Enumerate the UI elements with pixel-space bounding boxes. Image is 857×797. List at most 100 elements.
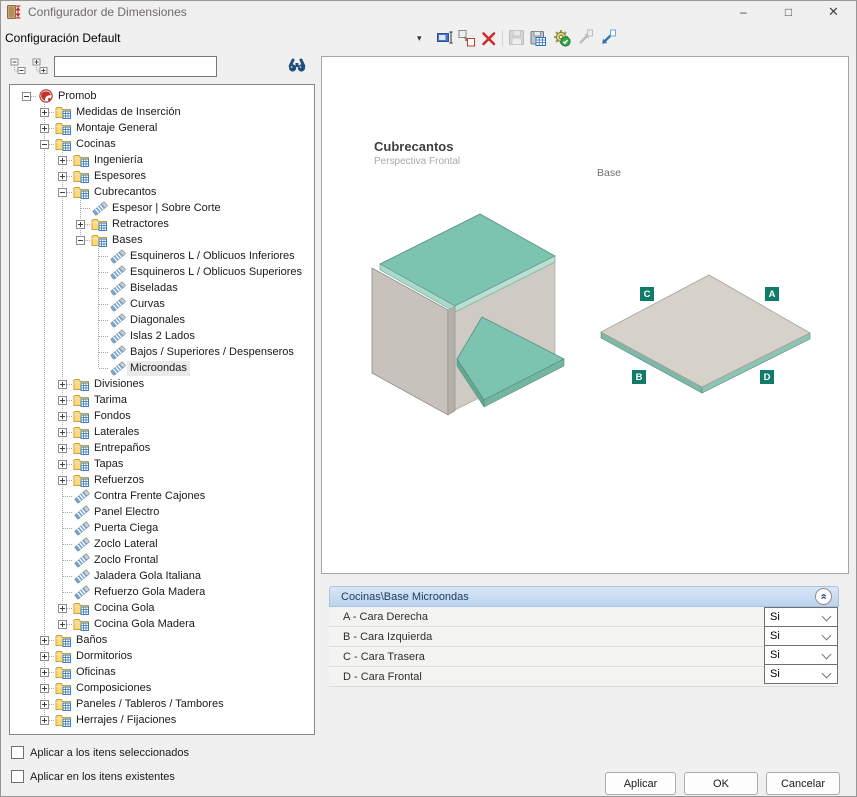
tree-item[interactable]: Herrajes / Fijaciones <box>10 712 314 728</box>
properties-header[interactable]: Cocinas\Base Microondas « <box>329 586 839 607</box>
tree-item[interactable]: Panel Electro <box>10 504 314 520</box>
expand-toggle-icon[interactable] <box>58 412 67 421</box>
tree-item-label[interactable]: Islas 2 Lados <box>127 329 198 344</box>
tree-item-label[interactable]: Bases <box>109 233 146 248</box>
tree-item[interactable]: Cocina Gola Madera <box>10 616 314 632</box>
tree-item[interactable]: Baños <box>10 632 314 648</box>
expand-toggle-icon[interactable] <box>40 652 49 661</box>
cara-derecha-dropdown[interactable]: Si <box>764 607 838 627</box>
tree-item[interactable]: Zoclo Lateral <box>10 536 314 552</box>
tree-item-label[interactable]: Laterales <box>91 425 142 440</box>
tree-item[interactable]: Bases <box>10 232 314 248</box>
tree-item[interactable]: Dormitorios <box>10 648 314 664</box>
expand-toggle-icon[interactable] <box>58 476 67 485</box>
expand-toggle-icon[interactable] <box>40 636 49 645</box>
tree-item[interactable]: Composiciones <box>10 680 314 696</box>
tree-item-label[interactable]: Retractores <box>109 217 172 232</box>
configuration-dropdown-icon[interactable]: ▾ <box>417 33 422 44</box>
maximize-button[interactable]: □ <box>766 1 811 23</box>
tree-item[interactable]: Diagonales <box>10 312 314 328</box>
tree-item[interactable]: Tapas <box>10 456 314 472</box>
export-arrow-icon[interactable] <box>599 29 617 47</box>
tree-item-label[interactable]: Bajos / Superiores / Despenseros <box>127 345 297 360</box>
rename-configuration-icon[interactable] <box>437 29 455 47</box>
tree-item-label[interactable]: Zoclo Frontal <box>91 553 161 568</box>
collapse-all-icon[interactable] <box>10 58 27 74</box>
tree-item[interactable]: Esquineros L / Oblicuos Superiores <box>10 264 314 280</box>
apply-existing-items-checkbox[interactable] <box>11 770 24 783</box>
tree-item-label[interactable]: Cocinas <box>73 137 119 152</box>
tree-item[interactable]: Cubrecantos <box>10 184 314 200</box>
tree-item[interactable]: Microondas <box>10 360 314 376</box>
import-arrow-icon[interactable] <box>576 29 594 47</box>
tree-item-label[interactable]: Microondas <box>127 361 190 376</box>
tree-item[interactable]: Ingeniería <box>10 152 314 168</box>
collapse-panel-button[interactable]: « <box>815 588 832 605</box>
expand-toggle-icon[interactable] <box>40 684 49 693</box>
tree-item[interactable]: Biseladas <box>10 280 314 296</box>
expand-toggle-icon[interactable] <box>76 220 85 229</box>
collapse-toggle-icon[interactable] <box>76 236 85 245</box>
tree-item-label[interactable]: Tapas <box>91 457 126 472</box>
tree-item[interactable]: Divisiones <box>10 376 314 392</box>
expand-toggle-icon[interactable] <box>58 172 67 181</box>
tree-item[interactable]: Esquineros L / Oblicuos Inferiores <box>10 248 314 264</box>
tree-item-label[interactable]: Cocina Gola <box>91 601 158 616</box>
tree-item[interactable]: Oficinas <box>10 664 314 680</box>
tree-item[interactable]: Contra Frente Cajones <box>10 488 314 504</box>
cara-izquierda-dropdown[interactable]: Si <box>764 626 838 646</box>
tree-item[interactable]: Refuerzo Gola Madera <box>10 584 314 600</box>
tree-item[interactable]: Espesor | Sobre Corte <box>10 200 314 216</box>
copy-configuration-icon[interactable] <box>458 29 476 47</box>
tree-item-label[interactable]: Divisiones <box>91 377 147 392</box>
collapse-toggle-icon[interactable] <box>40 140 49 149</box>
tree-item-label[interactable]: Medidas de Inserción <box>73 105 184 120</box>
expand-toggle-icon[interactable] <box>40 124 49 133</box>
tree-item-label[interactable]: Panel Electro <box>91 505 162 520</box>
tree-item-label[interactable]: Paneles / Tableros / Tambores <box>73 697 227 712</box>
check-configuration-icon[interactable] <box>553 29 571 47</box>
tree-item-label[interactable]: Fondos <box>91 409 134 424</box>
tree-item[interactable]: Islas 2 Lados <box>10 328 314 344</box>
tree-item[interactable]: Jaladera Gola Italiana <box>10 568 314 584</box>
tree-item-label[interactable]: Jaladera Gola Italiana <box>91 569 204 584</box>
tree-item-label[interactable]: Cocina Gola Madera <box>91 617 198 632</box>
collapse-toggle-icon[interactable] <box>58 188 67 197</box>
tree-item-label[interactable]: Promob <box>55 89 100 104</box>
expand-toggle-icon[interactable] <box>58 156 67 165</box>
expand-toggle-icon[interactable] <box>58 444 67 453</box>
expand-toggle-icon[interactable] <box>58 428 67 437</box>
tree-item-label[interactable]: Contra Frente Cajones <box>91 489 208 504</box>
tree-item-label[interactable]: Baños <box>73 633 110 648</box>
minimize-button[interactable]: – <box>721 1 766 23</box>
apply-button[interactable]: Aplicar <box>605 772 676 795</box>
tree-item[interactable]: Espesores <box>10 168 314 184</box>
tree-item[interactable]: Entrepaños <box>10 440 314 456</box>
tree-item[interactable]: Laterales <box>10 424 314 440</box>
export-configuration-icon[interactable] <box>530 29 548 47</box>
tree-item[interactable]: Retractores <box>10 216 314 232</box>
tree-item-label[interactable]: Esquineros L / Oblicuos Inferiores <box>127 249 298 264</box>
tree-item-label[interactable]: Entrepaños <box>91 441 153 456</box>
tree-item[interactable]: Bajos / Superiores / Despenseros <box>10 344 314 360</box>
tree-item-label[interactable]: Refuerzos <box>91 473 147 488</box>
tree-item-label[interactable]: Herrajes / Fijaciones <box>73 713 179 728</box>
tree-item-label[interactable]: Zoclo Lateral <box>91 537 161 552</box>
collapse-toggle-icon[interactable] <box>22 92 31 101</box>
cara-frontal-dropdown[interactable]: Si <box>764 664 838 684</box>
expand-toggle-icon[interactable] <box>58 380 67 389</box>
tree-item[interactable]: Fondos <box>10 408 314 424</box>
expand-all-icon[interactable] <box>32 58 49 74</box>
expand-toggle-icon[interactable] <box>40 668 49 677</box>
tree-item[interactable]: Cocinas <box>10 136 314 152</box>
expand-toggle-icon[interactable] <box>40 716 49 725</box>
tree-item-label[interactable]: Esquineros L / Oblicuos Superiores <box>127 265 305 280</box>
tree-item-label[interactable]: Puerta Ciega <box>91 521 161 536</box>
tree-item[interactable]: Montaje General <box>10 120 314 136</box>
tree-item[interactable]: Tarima <box>10 392 314 408</box>
tree-item-label[interactable]: Cubrecantos <box>91 185 159 200</box>
tree-item[interactable]: Curvas <box>10 296 314 312</box>
tree-item[interactable]: Zoclo Frontal <box>10 552 314 568</box>
configuration-selector[interactable]: Configuración Default <box>5 31 120 45</box>
tree-search-input[interactable] <box>54 56 217 77</box>
